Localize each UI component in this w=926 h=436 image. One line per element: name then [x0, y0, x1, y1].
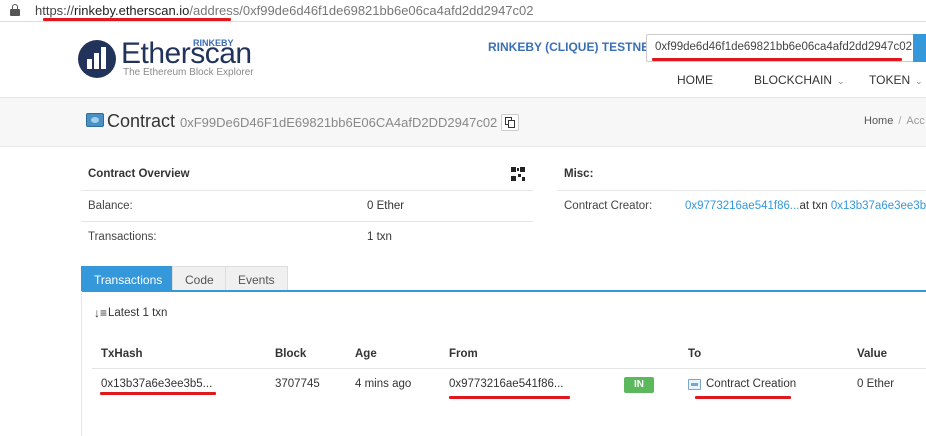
tab-events[interactable]: Events: [225, 266, 288, 291]
nav-token[interactable]: TOKEN ⌄: [869, 73, 923, 87]
contract-creator-label: Contract Creator:: [564, 200, 653, 212]
at-txn-text: at txn: [799, 200, 828, 212]
column-header-value: Value: [857, 348, 888, 360]
tab-transactions[interactable]: Transactions: [81, 266, 176, 291]
creator-address-link[interactable]: 0x9773216ae541f86...: [685, 200, 799, 212]
nav-blockchain[interactable]: BLOCKCHAIN ⌄: [754, 73, 845, 87]
direction-badge: IN: [624, 377, 654, 393]
annotation-underline-from: [449, 396, 570, 399]
page-title: Contract: [107, 111, 176, 131]
copy-address-button[interactable]: [501, 114, 519, 131]
row-txhash-link[interactable]: 0x13b37a6e3ee3b5...: [101, 378, 212, 390]
divider: [81, 190, 533, 191]
breadcrumb: Home / Acc: [864, 115, 925, 127]
balance-value: 0 Ether: [367, 200, 405, 212]
chevron-down-icon: ⌄: [837, 76, 845, 86]
transactions-label: Transactions:: [88, 231, 157, 243]
qr-code-icon[interactable]: [511, 167, 525, 181]
logo-tagline: The Ethereum Block Explorer: [123, 67, 254, 78]
transactions-value: 1 txn: [367, 231, 392, 243]
creator-txn-link[interactable]: 0x13b37a6e3ee3b5...: [831, 200, 926, 212]
divider: [557, 190, 926, 191]
table-divider: [92, 368, 926, 369]
row-block-link[interactable]: 3707745: [275, 378, 320, 390]
transactions-summary: Latest 1 txn: [108, 307, 168, 319]
row-value: 0 Ether: [857, 378, 895, 390]
annotation-underline-url: [43, 18, 231, 21]
annotation-underline-to: [695, 396, 791, 399]
balance-label: Balance:: [88, 200, 133, 212]
column-header-to: To: [688, 348, 702, 360]
url-scheme: https://: [35, 3, 75, 18]
url-path: /address/0xf99de6d46f1de69821bb6e06ca4af…: [189, 3, 534, 18]
divider: [81, 221, 533, 222]
row-to: Contract Creation: [706, 378, 797, 390]
url-host: rinkeby.etherscan.io: [74, 3, 190, 18]
nav-home[interactable]: HOME: [677, 73, 713, 87]
chevron-down-icon: ⌄: [915, 76, 923, 86]
breadcrumb-home[interactable]: Home: [864, 115, 893, 127]
contract-creator-value: 0x9773216ae541f86...at txn 0x13b37a6e3ee…: [685, 200, 926, 212]
etherscan-logo-icon[interactable]: [78, 40, 116, 78]
tab-code[interactable]: Code: [172, 266, 227, 291]
column-header-from: From: [449, 348, 478, 360]
column-header-age: Age: [355, 348, 377, 360]
transactions-panel: [81, 291, 926, 436]
column-header-txhash: TxHash: [101, 348, 143, 360]
url-text[interactable]: https://rinkeby.etherscan.io/address/0xf…: [35, 3, 534, 18]
search-button[interactable]: [913, 34, 926, 62]
annotation-underline-search: [652, 58, 902, 61]
sort-icon: ↓≡: [94, 306, 108, 320]
misc-heading: Misc:: [564, 168, 594, 180]
contract-icon: [86, 113, 104, 127]
column-header-block: Block: [275, 348, 307, 360]
logo-network-badge: RINKEBY: [193, 38, 234, 48]
network-label: RINKEBY (CLIQUE) TESTNET: [488, 40, 657, 54]
annotation-underline-txhash: [100, 392, 216, 395]
overview-heading: Contract Overview: [88, 168, 190, 180]
breadcrumb-current: Acc: [906, 115, 925, 127]
contract-address: 0xF99De6D46F1dE69821bb6E06CA4afD2DD2947c…: [180, 115, 498, 130]
lock-icon: [10, 4, 20, 16]
row-age: 4 mins ago: [355, 378, 412, 390]
contract-creation-icon: [688, 379, 701, 390]
row-from-link[interactable]: 0x9773216ae541f86...: [449, 378, 563, 390]
